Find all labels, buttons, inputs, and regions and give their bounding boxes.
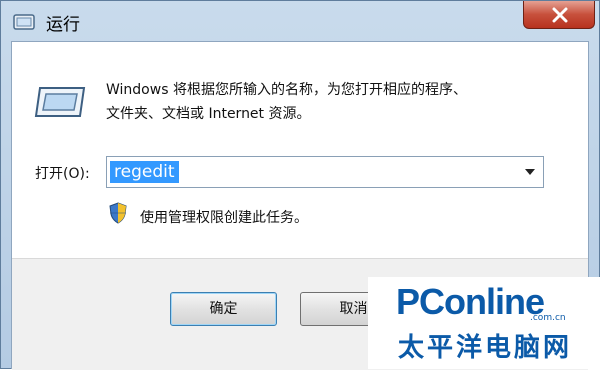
- watermark-chinese: 太平洋电脑网: [398, 333, 573, 363]
- description-text: Windows 将根据您所输入的名称，为您打开相应的程序、 文件夹、文档或 In…: [106, 78, 467, 126]
- close-icon: [552, 7, 568, 23]
- ok-button[interactable]: 确定: [170, 292, 277, 326]
- run-dialog-icon: [34, 87, 86, 117]
- chevron-down-icon[interactable]: [525, 169, 535, 175]
- uac-shield-icon: [109, 202, 127, 224]
- open-label: 打开(O):: [35, 166, 90, 182]
- pconline-watermark: PConline .com.cn 太平洋电脑网: [368, 277, 600, 369]
- description-line-1: Windows 将根据您所输入的名称，为您打开相应的程序、: [106, 82, 467, 98]
- close-button[interactable]: [523, 1, 595, 29]
- open-input-value[interactable]: regedit: [110, 161, 179, 183]
- open-combobox[interactable]: regedit: [106, 156, 544, 188]
- run-icon: [13, 14, 35, 30]
- watermark-logo: PConline: [396, 281, 545, 322]
- window-title: 运行: [46, 15, 80, 35]
- admin-privileges-note: 使用管理权限创建此任务。: [140, 210, 308, 226]
- description-line-2: 文件夹、文档或 Internet 资源。: [106, 106, 311, 122]
- title-bar[interactable]: 运行: [1, 1, 599, 41]
- watermark-domain: .com.cn: [530, 313, 566, 323]
